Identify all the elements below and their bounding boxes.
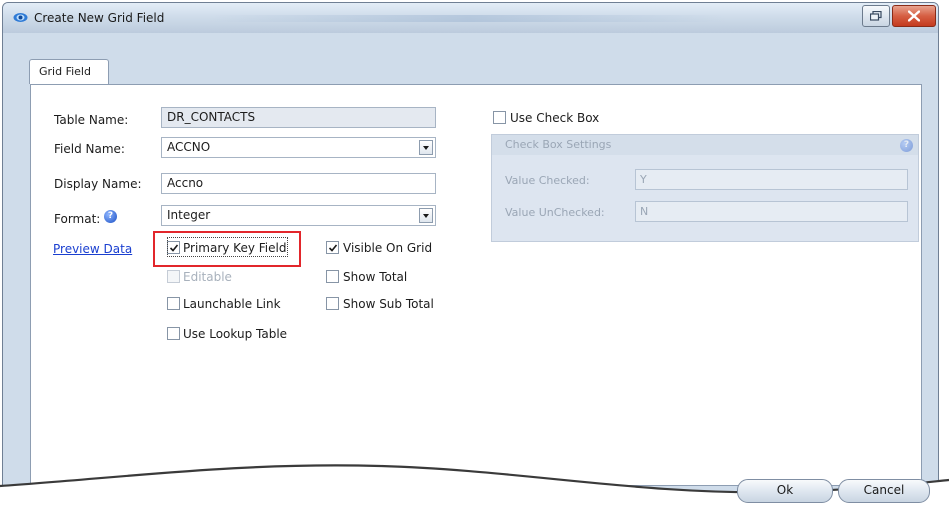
show-total-checkbox[interactable] <box>326 270 339 283</box>
check-box-settings-group: Check Box Settings ? Value Checked: Y Va… <box>491 134 919 242</box>
field-name-label: Field Name: <box>54 142 125 156</box>
use-check-box-checkbox[interactable] <box>493 111 506 124</box>
cancel-button[interactable]: Cancel <box>838 479 930 503</box>
use-check-box-label[interactable]: Use Check Box <box>510 111 599 125</box>
display-name-label: Display Name: <box>54 177 142 191</box>
use-lookup-table-label[interactable]: Use Lookup Table <box>183 327 287 341</box>
field-name-value: ACCNO <box>167 140 211 154</box>
show-total-label[interactable]: Show Total <box>343 270 407 284</box>
group-title: Check Box Settings <box>505 138 612 151</box>
help-icon[interactable]: ? <box>104 210 117 223</box>
window-title: Create New Grid Field <box>34 11 165 25</box>
restore-button[interactable] <box>862 5 890 27</box>
restore-icon <box>870 11 882 21</box>
preview-data-link[interactable]: Preview Data <box>53 242 132 256</box>
show-sub-total-checkbox[interactable] <box>326 297 339 310</box>
eye-logo-icon <box>13 13 28 22</box>
display-name-field[interactable]: Accno <box>161 173 436 194</box>
title-bar[interactable]: Create New Grid Field <box>3 3 938 33</box>
value-checked-label: Value Checked: <box>505 174 590 187</box>
title-bar-blur <box>208 15 728 22</box>
format-dropdown[interactable]: Integer <box>161 205 436 226</box>
format-value: Integer <box>167 208 211 222</box>
table-name-field: DR_CONTACTS <box>161 107 436 128</box>
value-unchecked-label: Value UnChecked: <box>505 206 605 219</box>
chevron-down-icon[interactable] <box>419 208 433 223</box>
checkmark-icon <box>328 244 338 252</box>
close-button[interactable] <box>892 5 936 27</box>
show-sub-total-label[interactable]: Show Sub Total <box>343 297 434 311</box>
editable-label: Editable <box>183 270 232 284</box>
visible-on-grid-label[interactable]: Visible On Grid <box>343 241 432 255</box>
value-unchecked-field: N <box>635 201 908 222</box>
field-name-dropdown[interactable]: ACCNO <box>161 137 436 158</box>
launchable-link-label[interactable]: Launchable Link <box>183 297 281 311</box>
group-header: Check Box Settings ? <box>492 135 918 155</box>
launchable-link-checkbox[interactable] <box>167 297 180 310</box>
chevron-down-icon[interactable] <box>419 140 433 155</box>
editable-checkbox <box>167 270 180 283</box>
value-checked-field: Y <box>635 169 908 190</box>
highlight-box <box>153 231 301 267</box>
tab-grid-field[interactable]: Grid Field <box>29 59 109 84</box>
visible-on-grid-checkbox[interactable] <box>326 241 339 254</box>
close-icon <box>908 10 920 22</box>
tab-label: Grid Field <box>39 65 91 78</box>
table-name-label: Table Name: <box>54 113 129 127</box>
help-icon: ? <box>900 139 913 152</box>
ok-button[interactable]: Ok <box>737 479 833 503</box>
use-lookup-table-checkbox[interactable] <box>167 327 180 340</box>
format-label: Format: <box>54 212 101 226</box>
